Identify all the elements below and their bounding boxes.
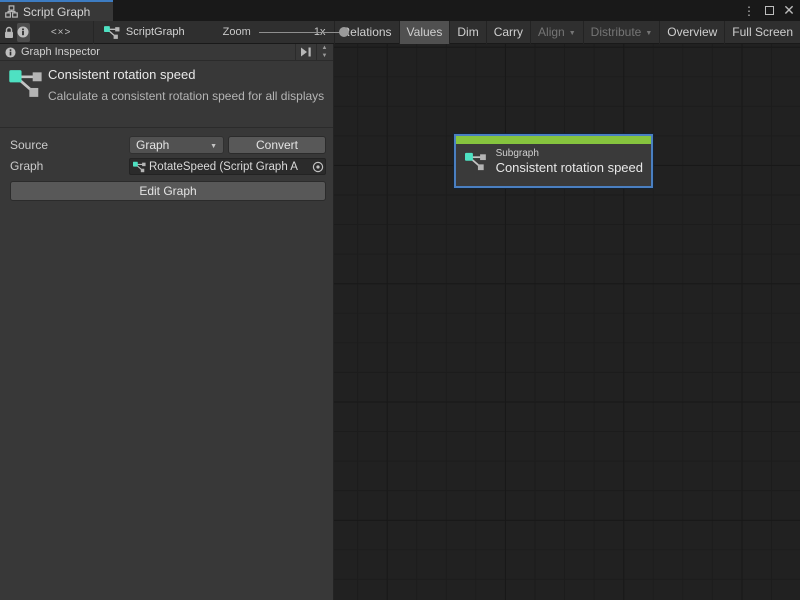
source-row: Source Graph ▼ Convert bbox=[0, 136, 333, 154]
values-button[interactable]: Values bbox=[400, 21, 451, 44]
graph-object-field[interactable]: RotateSpeed (Script Graph A bbox=[129, 158, 326, 175]
graph-breadcrumb[interactable]: ScriptGraph bbox=[104, 25, 185, 40]
graph-title: Consistent rotation speed bbox=[48, 67, 195, 82]
node-type-label: Subgraph bbox=[496, 148, 643, 159]
graph-canvas[interactable]: Subgraph Consistent rotation speed bbox=[334, 44, 800, 600]
info-icon bbox=[5, 47, 16, 58]
maximize-button[interactable] bbox=[760, 2, 778, 20]
csharp-preview-toggle-button[interactable]: <×> bbox=[51, 23, 72, 42]
panel-scrubber[interactable]: ▲ ▼ bbox=[317, 44, 332, 60]
distribute-dropdown-button[interactable]: Distribute▼ bbox=[584, 21, 661, 44]
tab-title: Script Graph bbox=[23, 5, 90, 19]
graph-summary-section: Consistent rotation speed Calculate a co… bbox=[0, 61, 333, 128]
overview-button[interactable]: Overview bbox=[660, 21, 725, 44]
graph-object-value: RotateSpeed (Script Graph A bbox=[149, 161, 310, 173]
zoom-slider-track bbox=[259, 32, 347, 33]
script-graph-asset-icon bbox=[133, 161, 146, 173]
source-label: Source bbox=[10, 138, 48, 152]
tab-script-graph[interactable]: Script Graph bbox=[0, 0, 113, 21]
script-graph-asset-icon bbox=[9, 69, 43, 98]
node-text: Subgraph Consistent rotation speed bbox=[496, 148, 643, 175]
lock-icon bbox=[3, 26, 15, 39]
chevron-down-icon: ▼ bbox=[210, 143, 217, 150]
graph-description: Calculate a consistent rotation speed fo… bbox=[48, 89, 326, 105]
graph-field-row: Graph RotateSpeed (Script Graph A bbox=[0, 158, 333, 175]
script-graph-window-icon bbox=[5, 5, 18, 18]
node-body: Subgraph Consistent rotation speed bbox=[456, 144, 651, 179]
chevron-down-icon: ▼ bbox=[322, 53, 328, 59]
zoom-slider-handle[interactable] bbox=[339, 27, 349, 37]
align-dropdown-button[interactable]: Align▼ bbox=[531, 21, 584, 44]
graph-inspector-panel: Graph Inspector ▲ ▼ Consistent rotation … bbox=[0, 44, 334, 600]
edit-graph-button[interactable]: Edit Graph bbox=[10, 181, 326, 201]
subgraph-node-icon bbox=[465, 148, 487, 175]
object-picker-icon bbox=[312, 161, 324, 173]
info-icon bbox=[17, 26, 29, 38]
dock-sidebar-button[interactable] bbox=[295, 44, 317, 60]
graph-breadcrumb-label: ScriptGraph bbox=[126, 26, 185, 38]
zoom-label: Zoom bbox=[223, 26, 251, 38]
lock-button[interactable] bbox=[3, 23, 15, 42]
subgraph-node[interactable]: Subgraph Consistent rotation speed bbox=[454, 134, 653, 188]
inspector-title: Graph Inspector bbox=[21, 46, 100, 58]
node-title: Consistent rotation speed bbox=[496, 160, 643, 175]
window-titlebar: Script Graph ⋮ ✕ bbox=[0, 0, 800, 21]
close-button[interactable]: ✕ bbox=[780, 2, 798, 20]
graph-toolbar: <×> ScriptGraph Zoom 1x Relations Values… bbox=[0, 21, 800, 44]
full-screen-button[interactable]: Full Screen bbox=[725, 21, 800, 44]
chevron-up-icon: ▲ bbox=[322, 45, 328, 51]
chevron-down-icon: ▼ bbox=[569, 30, 576, 37]
inspector-header-controls: ▲ ▼ bbox=[295, 44, 332, 60]
zoom-slider[interactable] bbox=[259, 21, 309, 44]
unity-script-graph-window: Script Graph ⋮ ✕ <×> bbox=[0, 0, 800, 600]
source-dropdown-value: Graph bbox=[136, 138, 169, 152]
dim-button[interactable]: Dim bbox=[450, 21, 486, 44]
convert-button[interactable]: Convert bbox=[228, 136, 326, 154]
chevron-down-icon: ▼ bbox=[645, 30, 652, 37]
toolbar-divider bbox=[93, 21, 94, 44]
dock-panel-icon bbox=[300, 47, 312, 57]
graph-inspector-header: Graph Inspector ▲ ▼ bbox=[0, 44, 333, 61]
node-header-bar bbox=[456, 136, 651, 144]
window-menu-button[interactable]: ⋮ bbox=[740, 2, 758, 20]
toolbar-toggle-group: Relations Values Dim Carry Align▼ Distri… bbox=[334, 21, 800, 44]
window-controls: ⋮ ✕ bbox=[740, 0, 798, 21]
maximize-icon bbox=[765, 6, 774, 15]
inspector-toggle-button[interactable] bbox=[17, 23, 30, 42]
graph-field-label: Graph bbox=[10, 159, 43, 173]
script-graph-asset-icon bbox=[104, 25, 120, 40]
carry-button[interactable]: Carry bbox=[487, 21, 531, 44]
source-dropdown[interactable]: Graph ▼ bbox=[129, 136, 224, 154]
object-picker-button[interactable] bbox=[310, 159, 325, 174]
